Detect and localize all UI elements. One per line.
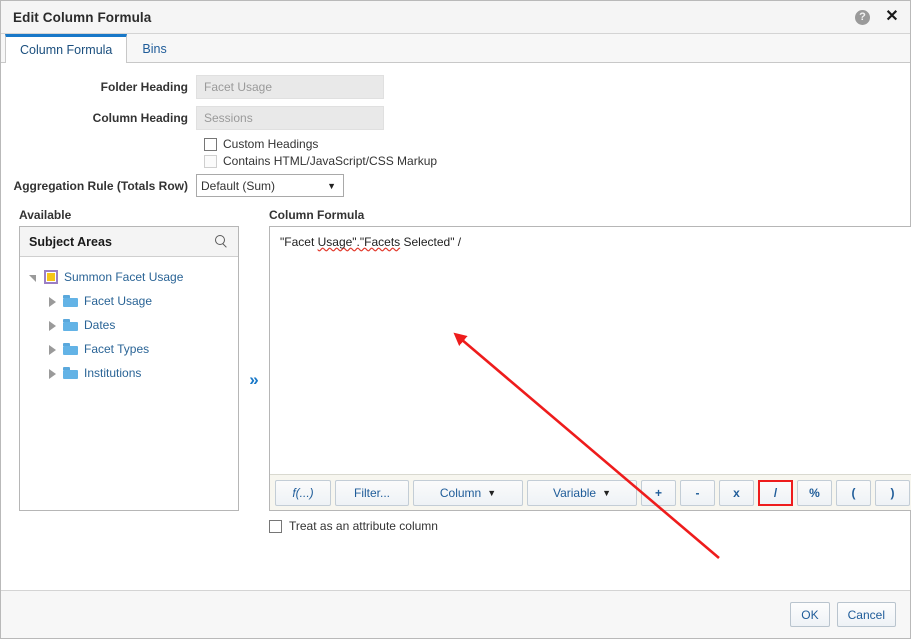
close-paren-button[interactable]: ) bbox=[875, 479, 910, 506]
tab-column-formula-label: Column Formula bbox=[20, 43, 113, 57]
double-chevron-right-icon[interactable]: » bbox=[245, 368, 263, 392]
folder-heading-input[interactable] bbox=[196, 75, 384, 99]
close-icon[interactable]: ✕ bbox=[884, 9, 900, 25]
column-formula-caption: Column Formula bbox=[269, 208, 365, 222]
subject-area-icon bbox=[44, 270, 58, 284]
available-panel: Available Subject Areas Summon Facet Usa… bbox=[19, 208, 239, 533]
subject-areas-header: Subject Areas bbox=[20, 227, 238, 257]
column-formula-box: "Facet Usage"."Facets Selected" / f(...)… bbox=[269, 226, 911, 511]
tree-node-root-label: Summon Facet Usage bbox=[64, 270, 184, 284]
folder-icon bbox=[63, 319, 78, 331]
folder-heading-row: Folder Heading bbox=[1, 75, 910, 99]
variable-button[interactable]: Variable ▼ bbox=[527, 479, 637, 506]
multiply-operator-label: x bbox=[733, 485, 740, 500]
folder-heading-label: Folder Heading bbox=[100, 80, 188, 94]
formula-text-prefix: "Facet bbox=[280, 235, 318, 249]
dialog-titlebar: Edit Column Formula ? ✕ bbox=[1, 1, 910, 34]
tree-node-institutions[interactable]: Institutions bbox=[20, 361, 238, 385]
contains-markup-row: Contains HTML/JavaScript/CSS Markup bbox=[204, 154, 910, 168]
expand-triangle-icon[interactable] bbox=[48, 296, 57, 307]
edit-column-formula-dialog: Edit Column Formula ? ✕ Column Formula B… bbox=[0, 0, 911, 639]
dialog-body: Folder Heading Column Heading Custom Hea… bbox=[1, 63, 911, 590]
formula-textarea[interactable]: "Facet Usage"."Facets Selected" / bbox=[270, 227, 911, 474]
folder-icon bbox=[63, 367, 78, 379]
chevron-down-icon: ▼ bbox=[602, 487, 612, 498]
open-paren-button[interactable]: ( bbox=[836, 479, 871, 506]
aggregation-rule-select-wrap: Default (Sum) ▼ bbox=[196, 174, 344, 197]
multiply-operator-button[interactable]: x bbox=[719, 479, 754, 506]
tab-column-formula[interactable]: Column Formula bbox=[5, 34, 128, 63]
minus-operator-button[interactable]: - bbox=[680, 479, 715, 506]
dialog-title: Edit Column Formula bbox=[13, 9, 152, 25]
function-button-label: f(...) bbox=[292, 485, 314, 500]
folder-icon bbox=[63, 343, 78, 355]
aggregation-rule-label: Aggregation Rule (Totals Row) bbox=[13, 178, 188, 193]
available-caption: Available bbox=[19, 208, 72, 222]
tree-node-facet-usage-label: Facet Usage bbox=[84, 294, 153, 308]
subject-areas-box: Subject Areas Summon Facet Usage Facet U… bbox=[19, 226, 239, 511]
percent-operator-button[interactable]: % bbox=[797, 479, 832, 506]
tab-strip: Column Formula Bins bbox=[1, 34, 910, 63]
tree-node-root[interactable]: Summon Facet Usage bbox=[20, 265, 238, 289]
formula-text-misspelled: Usage"."Facets bbox=[317, 235, 401, 249]
heading-form: Folder Heading Column Heading Custom Hea… bbox=[1, 63, 910, 197]
column-button-label: Column bbox=[439, 485, 482, 500]
percent-operator-label: % bbox=[809, 485, 820, 500]
dialog-footer: OK Cancel bbox=[1, 590, 910, 638]
column-heading-label: Column Heading bbox=[92, 111, 188, 125]
column-button[interactable]: Column ▼ bbox=[413, 479, 523, 506]
open-paren-label: ( bbox=[851, 485, 856, 500]
panels-area: Available Subject Areas Summon Facet Usa… bbox=[1, 208, 911, 533]
divide-operator-label: / bbox=[773, 485, 778, 500]
variable-button-label: Variable bbox=[552, 485, 597, 500]
tree-node-facet-types-label: Facet Types bbox=[84, 342, 150, 356]
filter-button[interactable]: Filter... bbox=[335, 479, 409, 506]
help-icon[interactable]: ? bbox=[855, 9, 870, 25]
aggregation-rule-row: Aggregation Rule (Totals Row) Default (S… bbox=[1, 174, 910, 197]
collapse-triangle-icon[interactable] bbox=[29, 273, 38, 282]
tree-node-institutions-label: Institutions bbox=[84, 366, 142, 380]
expand-triangle-icon[interactable] bbox=[48, 344, 57, 355]
close-paren-label: ) bbox=[890, 485, 895, 500]
tab-bins-label: Bins bbox=[142, 41, 167, 56]
tree-node-facet-types[interactable]: Facet Types bbox=[20, 337, 238, 361]
contains-markup-label: Contains HTML/JavaScript/CSS Markup bbox=[223, 154, 438, 168]
titlebar-actions: ? ✕ bbox=[855, 9, 900, 25]
plus-operator-button[interactable]: + bbox=[641, 479, 676, 506]
minus-operator-label: - bbox=[695, 485, 700, 500]
tab-bins[interactable]: Bins bbox=[127, 34, 181, 62]
subject-areas-tree: Summon Facet Usage Facet Usage Dates Fac… bbox=[20, 257, 238, 510]
expand-triangle-icon[interactable] bbox=[48, 368, 57, 379]
formula-text-suffix: Selected" / bbox=[400, 235, 462, 249]
tree-node-facet-usage[interactable]: Facet Usage bbox=[20, 289, 238, 313]
move-button-column: » bbox=[239, 208, 269, 533]
column-heading-input[interactable] bbox=[196, 106, 384, 130]
plus-operator-label: + bbox=[654, 485, 662, 500]
tree-node-dates-label: Dates bbox=[84, 318, 116, 332]
search-icon[interactable] bbox=[215, 234, 229, 249]
attribute-column-checkbox[interactable] bbox=[269, 519, 282, 533]
subject-areas-title: Subject Areas bbox=[29, 234, 112, 249]
chevron-down-icon: ▼ bbox=[487, 487, 497, 498]
divide-operator-button[interactable]: / bbox=[758, 479, 793, 506]
cancel-button[interactable]: Cancel bbox=[836, 602, 896, 627]
custom-headings-label: Custom Headings bbox=[223, 137, 319, 151]
folder-icon bbox=[63, 295, 78, 307]
formula-toolbar: f(...) Filter... Column ▼ Variable ▼ + -… bbox=[270, 474, 911, 510]
function-button[interactable]: f(...) bbox=[275, 479, 331, 506]
custom-headings-row: Custom Headings bbox=[204, 137, 910, 151]
attribute-column-label: Treat as an attribute column bbox=[289, 519, 438, 533]
contains-markup-checkbox bbox=[204, 154, 217, 168]
filter-button-label: Filter... bbox=[353, 485, 390, 500]
tree-node-dates[interactable]: Dates bbox=[20, 313, 238, 337]
column-formula-panel: Column Formula "Facet Usage"."Facets Sel… bbox=[269, 208, 911, 533]
column-heading-row: Column Heading bbox=[1, 106, 910, 130]
aggregation-rule-select[interactable]: Default (Sum) bbox=[196, 174, 344, 197]
expand-triangle-icon[interactable] bbox=[48, 320, 57, 331]
ok-button[interactable]: OK bbox=[790, 602, 830, 627]
attribute-column-row: Treat as an attribute column bbox=[269, 519, 911, 533]
custom-headings-checkbox[interactable] bbox=[204, 137, 217, 151]
